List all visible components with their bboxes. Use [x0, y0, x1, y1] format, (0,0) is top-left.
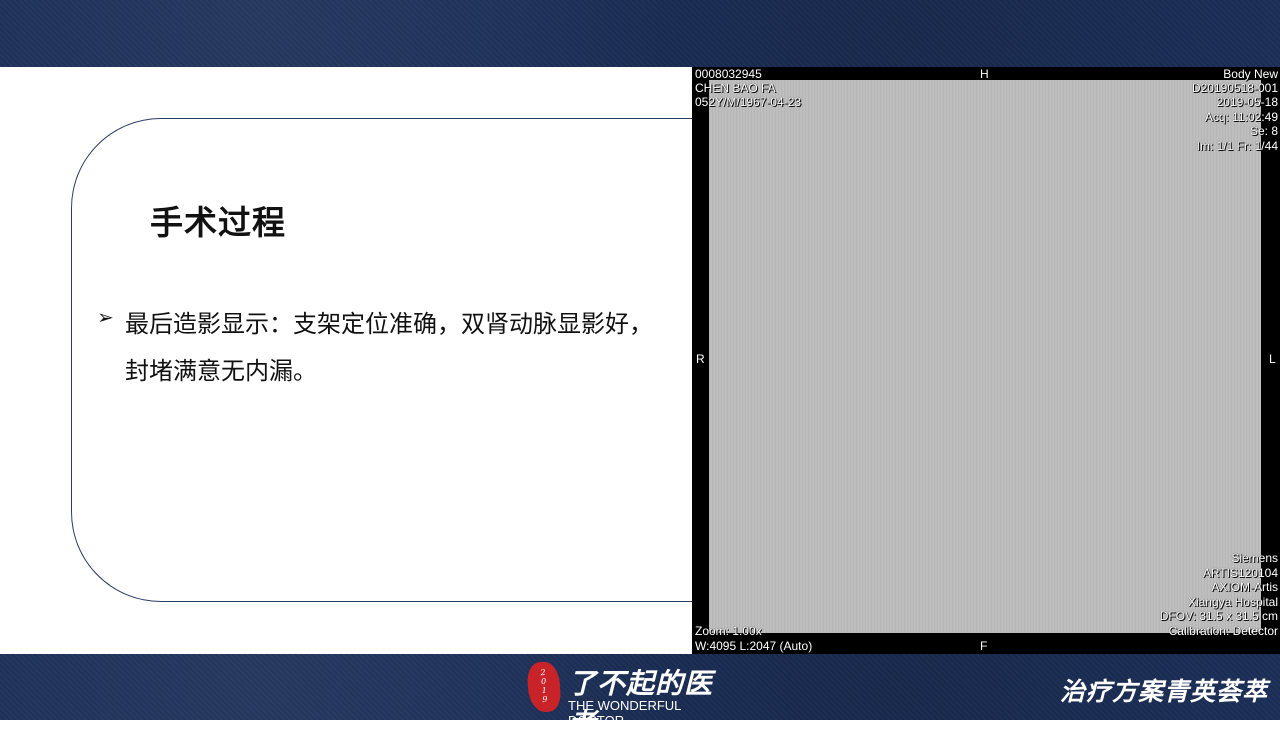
- window-level: W:4095 L:2047 (Auto): [695, 639, 813, 653]
- header-band: [0, 0, 1280, 67]
- program-logo: 2019 了不起的医者 THE WONDERFUL DOCTOR: [526, 660, 738, 740]
- zoom-level: Zoom: 1.00x: [695, 624, 762, 638]
- patient-id: 0008032945: [695, 67, 762, 81]
- hospital-name: Xiangya Hospital: [1187, 595, 1278, 609]
- orientation-left: R: [696, 352, 705, 366]
- logo-english: THE WONDERFUL DOCTOR: [568, 698, 681, 728]
- image-frame: Im: 1/1 Fr: 1/44: [1196, 139, 1278, 153]
- bullet-text: 最后造影显示：支架定位准确，双肾动脉显影好，封堵满意无内漏。: [125, 310, 653, 385]
- seal-year: 2019: [540, 667, 548, 705]
- series-number: Se: 8: [1249, 124, 1278, 138]
- manufacturer: Siemens: [1231, 551, 1278, 565]
- seal-icon: 2019: [526, 660, 562, 714]
- orientation-bottom: F: [980, 639, 988, 653]
- study-date: 2019-05-18: [1216, 95, 1278, 109]
- field-of-view: DFOV: 31.5 x 31.5 cm: [1159, 609, 1278, 623]
- xray-field: [709, 80, 1261, 633]
- slide-title: 手术过程: [150, 203, 286, 242]
- orientation-right: L: [1269, 352, 1276, 366]
- acquisition-time: Acq: 11:02:49: [1204, 110, 1278, 124]
- triangle-arrow-icon: ➢: [97, 305, 114, 329]
- study-description: Body New: [1223, 67, 1278, 81]
- patient-name: CHEN BAO FA: [695, 81, 776, 95]
- device-model: AXIOM-Artis: [1211, 580, 1278, 594]
- patient-age-sex-dob: 052Y/M/1967-04-23: [695, 95, 802, 109]
- calibration: Calibration: Detector: [1168, 624, 1278, 638]
- orientation-top: H: [980, 67, 989, 81]
- device-id: ARTIS120104: [1202, 566, 1278, 580]
- angiography-image: 0008032945 CHEN BAO FA 052Y/M/1967-04-23…: [692, 67, 1280, 654]
- footer-tagline: 治疗方案青英荟萃: [1059, 677, 1268, 706]
- study-id: D20190518-001: [1191, 81, 1278, 95]
